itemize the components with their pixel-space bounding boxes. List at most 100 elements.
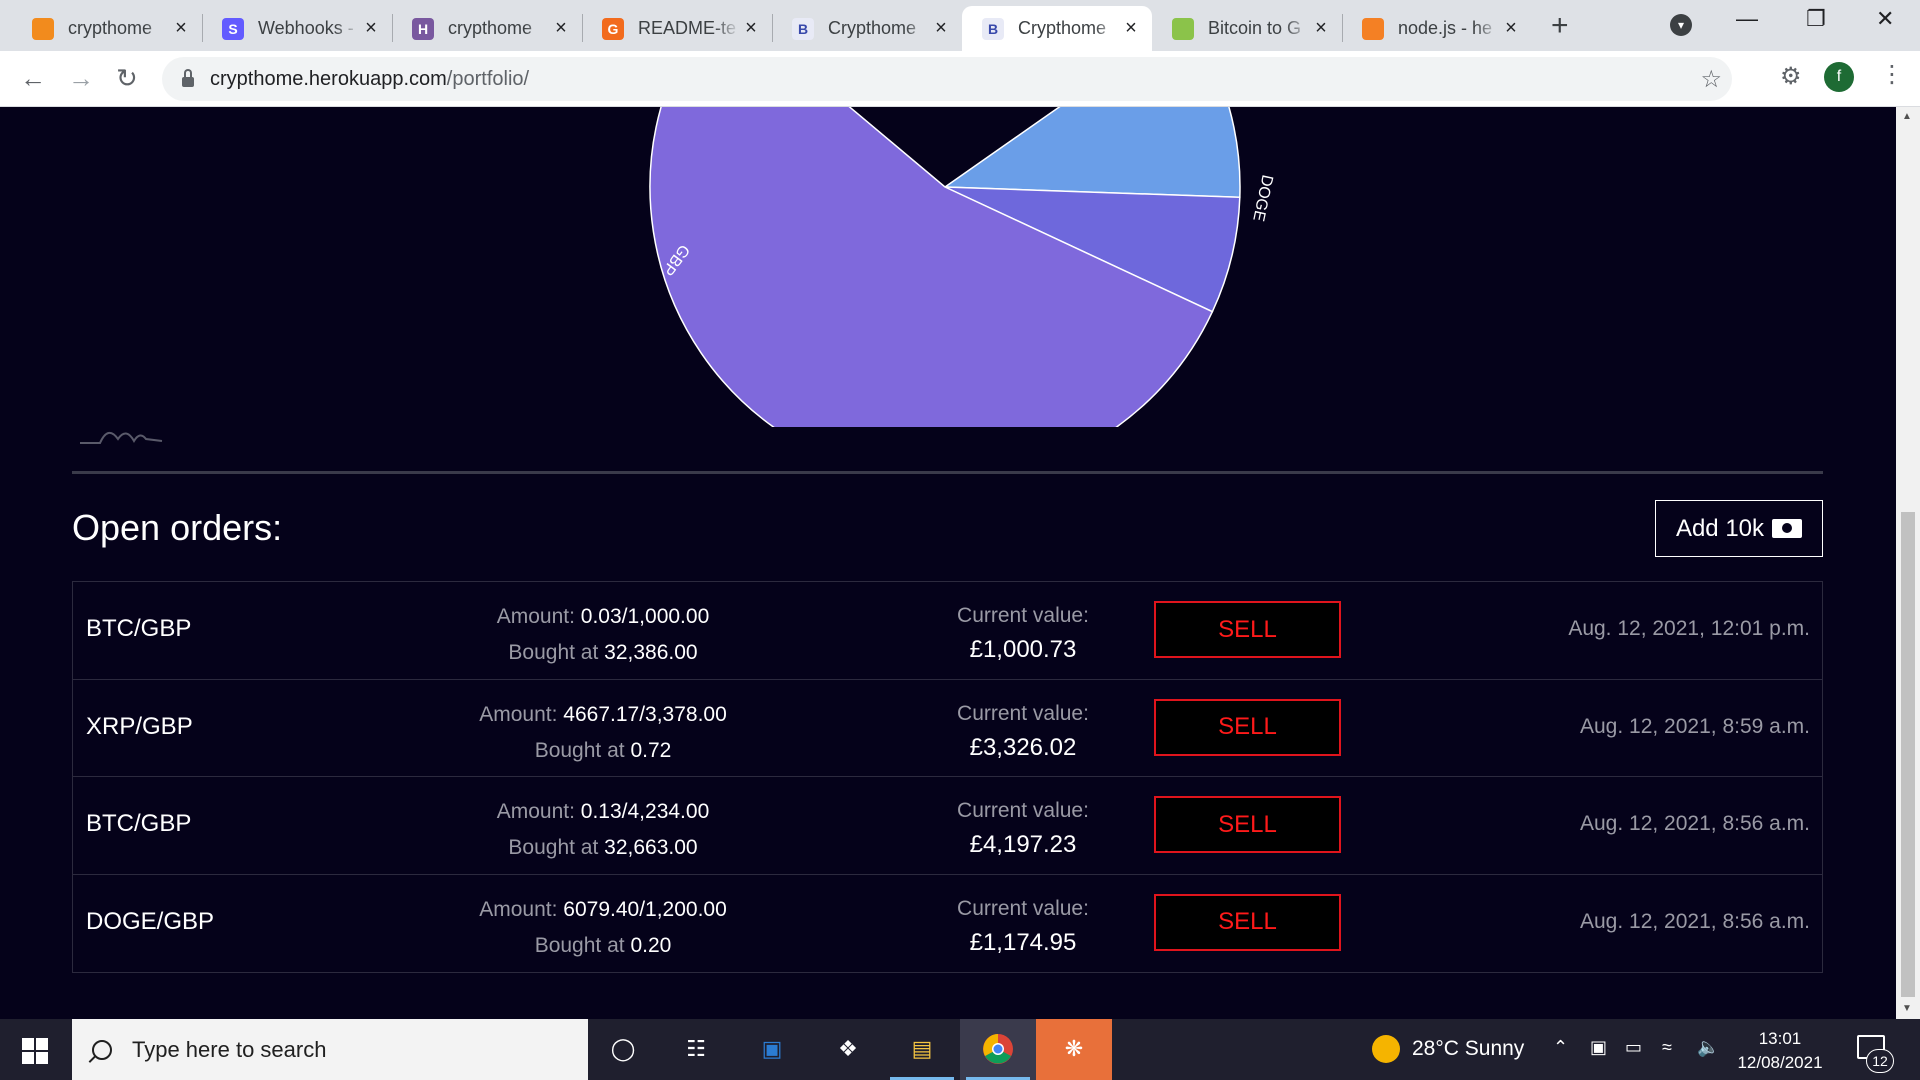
add-10k-label: Add 10k	[1675, 514, 1765, 542]
tab-title: Webhooks -	[258, 18, 354, 38]
bookmark-star-icon[interactable]: ☆	[1700, 65, 1722, 94]
taskbar-clock[interactable]: 13:01 12/08/2021	[1730, 1027, 1830, 1075]
tab-close-icon[interactable]: ×	[360, 17, 382, 40]
volume-icon[interactable]: 🔈	[1697, 1037, 1719, 1058]
tab-title: node.js - he	[1398, 18, 1493, 38]
order-amount: 0.03/1,000.00	[580, 605, 710, 628]
browser-tab[interactable]: B Crypthome ×	[772, 6, 962, 51]
order-row: XRP/GBP Amount: 4667.17/3,378.00 Bought at…	[73, 680, 1822, 777]
portfolio-page: GBP DOGE Open orders: Add 10k BTC/GBP Amou…	[0, 107, 1896, 1019]
extensions-puzzle-icon[interactable]: ⚙	[1780, 62, 1802, 91]
tab-close-icon[interactable]: ×	[170, 17, 192, 40]
browser-menu-icon[interactable]: ⋮	[1880, 60, 1904, 89]
url-path: /portfolio/	[446, 67, 530, 90]
windows-start-icon[interactable]	[22, 1038, 48, 1064]
sell-button[interactable]: SELL	[1154, 601, 1341, 658]
portfolio-pie-chart: GBPDOGE	[649, 107, 1276, 427]
browser-tab-strip: crypthome × S Webhooks - × Hcrypthome × G README…	[0, 0, 1920, 51]
slack-taskbar-item[interactable]: ❋	[1036, 1019, 1112, 1080]
scroll-down-arrow-icon[interactable]: ▼	[1902, 1003, 1912, 1014]
browser-tab[interactable]: crypthome ×	[12, 6, 202, 51]
url-host: crypthome.herokuapp.com	[210, 67, 447, 90]
browser-tab[interactable]: S Webhooks - ×	[202, 6, 392, 51]
meet-now-icon[interactable]: ▣	[1590, 1037, 1607, 1058]
order-row: BTC/GBP Amount: 0.13/4,234.00 Bought at 32…	[73, 777, 1822, 875]
tab-title: Crypthome	[828, 18, 917, 38]
bought-at-label: Bought at	[508, 641, 599, 664]
tab-search-icon[interactable]: ▾	[1670, 14, 1692, 36]
tab-close-icon[interactable]: ×	[550, 17, 572, 40]
url-text[interactable]: crypthome.herokuapp.com/portfolio/	[210, 68, 529, 91]
add-10k-button[interactable]: Add 10k	[1655, 500, 1823, 557]
current-value-label: Current value:	[957, 604, 1089, 627]
tab-title: crypthome	[448, 18, 533, 38]
minimize-icon[interactable]: —	[1736, 6, 1758, 32]
order-pair: BTC/GBP	[86, 615, 192, 642]
taskbar-search-box[interactable]: Type here to search	[72, 1019, 588, 1080]
crypthome-b-icon: B	[792, 17, 814, 40]
current-value-label: Current value:	[957, 896, 1089, 920]
window-close-icon[interactable]: ✕	[1876, 6, 1894, 32]
new-tab-plus-icon[interactable]: +	[1551, 11, 1569, 41]
tab-title: Bitcoin to G	[1208, 18, 1302, 38]
tab-title: README-te	[638, 18, 737, 38]
file-explorer-taskbar-item[interactable]: ▤	[884, 1019, 960, 1080]
chrome-taskbar-item[interactable]	[960, 1019, 1036, 1080]
address-bar[interactable]: crypthome.herokuapp.com/portfolio/ ☆	[162, 57, 1732, 101]
open-orders-title: Open orders:	[72, 507, 283, 548]
dropbox-icon[interactable]: ❖	[830, 1031, 866, 1067]
page-scrollbar[interactable]: ▲ ▼	[1896, 107, 1920, 1019]
reload-icon[interactable]: ↻	[116, 63, 138, 93]
battery-icon[interactable]: ▭	[1625, 1037, 1642, 1058]
windows-taskbar: Type here to search ◯ ☷ ▣ ❖ ▤ ❋ 28°C Sun…	[0, 1019, 1920, 1080]
browser-tab[interactable]: Hcrypthome ×	[392, 6, 582, 51]
sell-button[interactable]: SELL	[1154, 698, 1341, 756]
cash-icon	[1772, 519, 1803, 538]
browser-tab[interactable]: node.js - he ×	[1342, 6, 1532, 51]
tab-close-icon[interactable]: ×	[1310, 17, 1332, 40]
lock-icon[interactable]	[182, 69, 194, 87]
order-amount-block: Amount: 0.13/4,234.00 Bought at 32,663.00	[403, 794, 803, 866]
order-bought-at: 32,663.00	[604, 836, 698, 859]
scroll-up-arrow-icon[interactable]: ▲	[1902, 111, 1912, 122]
order-date: Aug. 12, 2021, 8:56 a.m.	[1580, 909, 1810, 933]
tab-close-icon[interactable]: ×	[740, 17, 762, 40]
pie-label-doge: DOGE	[1249, 173, 1275, 223]
browser-tab[interactable]: Bitcoin to G ×	[1152, 6, 1342, 51]
bitcoin-converter-icon	[1172, 17, 1194, 40]
order-pair: DOGE/GBP	[86, 907, 215, 935]
forward-arrow-icon[interactable]: →	[68, 63, 94, 93]
taskbar-search-placeholder: Type here to search	[132, 1036, 327, 1062]
tab-close-icon[interactable]: ×	[1500, 17, 1522, 40]
order-amount-block: Amount: 6079.40/1,200.00 Bought at 0.20	[403, 892, 803, 964]
wifi-icon[interactable]: ≈	[1662, 1037, 1672, 1058]
task-view-icon[interactable]: ☷	[678, 1031, 714, 1067]
order-date: Aug. 12, 2021, 8:59 a.m.	[1580, 714, 1810, 738]
scroll-thumb[interactable]	[1901, 512, 1915, 997]
clock-date: 12/08/2021	[1737, 1053, 1823, 1072]
crypthome-logo	[80, 432, 163, 444]
weather-widget[interactable]: 28°C Sunny	[1372, 1035, 1524, 1063]
tray-chevron-up-icon[interactable]: ⌃	[1553, 1037, 1568, 1058]
amount-label: Amount:	[496, 800, 575, 823]
browser-tab[interactable]: B Crypthome ×	[962, 6, 1152, 51]
tab-close-icon[interactable]: ×	[930, 17, 952, 40]
order-current-value: £4,197.23	[969, 831, 1077, 858]
amount-label: Amount:	[496, 605, 575, 628]
slack-icon: ❋	[1064, 1036, 1084, 1061]
tab-close-icon[interactable]: ×	[1120, 17, 1142, 40]
order-value-block: Current value: £4,197.23	[873, 794, 1173, 862]
sell-button[interactable]: SELL	[1154, 893, 1341, 951]
cortana-circle-icon[interactable]: ◯	[605, 1031, 641, 1067]
tab-title: crypthome	[68, 18, 153, 38]
microsoft-store-icon[interactable]: ▣	[754, 1031, 790, 1067]
browser-tab[interactable]: G README-te ×	[582, 6, 772, 51]
restore-icon[interactable]: ❐	[1806, 6, 1826, 32]
profile-avatar[interactable]: f	[1824, 62, 1854, 92]
back-arrow-icon[interactable]: ←	[20, 63, 46, 93]
current-value-label: Current value:	[957, 701, 1089, 725]
order-amount-block: Amount: 0.03/1,000.00 Bought at 32,386.00	[403, 599, 803, 671]
bought-at-label: Bought at	[534, 738, 625, 762]
order-value-block: Current value: £3,326.02	[873, 697, 1173, 765]
sell-button[interactable]: SELL	[1154, 796, 1341, 853]
